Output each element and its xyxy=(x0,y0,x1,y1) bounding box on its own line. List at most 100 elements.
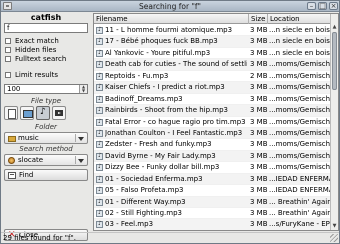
table-row[interactable]: Reptoids - Fu.mp3 2 MB...moms/Gemischt xyxy=(94,71,332,83)
method-icon xyxy=(8,157,15,164)
audio-file-icon xyxy=(96,152,103,160)
file-location: ...n siecle en bois xyxy=(269,48,330,57)
file-location: ...moms/Gemischt xyxy=(269,151,332,160)
table-row[interactable]: 02 - Still Fighting.mp3 3 MB... Breathin'… xyxy=(94,208,332,220)
resize-grip-icon[interactable] xyxy=(330,234,338,242)
folder-icon xyxy=(8,136,16,142)
file-name: Dizzy Bee - Funky dollar bill.mp3 xyxy=(105,163,220,172)
audio-file-icon xyxy=(96,60,103,69)
table-row[interactable]: 05 - Falso Profeta.mp3 3 MB...IEDAD ENFER… xyxy=(94,185,332,197)
file-name: 02 - Still Fighting.mp3 xyxy=(105,209,182,217)
file-location: ...n siecle en bois xyxy=(269,26,330,34)
find-button[interactable]: Find xyxy=(4,169,88,181)
audio-file-icon xyxy=(96,118,103,126)
folder-value: music xyxy=(18,134,39,142)
table-row[interactable]: Rainbirds - Shoot from the hip.mp3 3 MB..… xyxy=(94,105,332,117)
audio-file-icon xyxy=(96,37,103,46)
file-size: 3 MB xyxy=(250,140,268,149)
scroll-down-icon[interactable]: ▼ xyxy=(331,223,338,230)
checkbox-box[interactable] xyxy=(5,46,11,53)
file-location: ...moms/Gemischt xyxy=(269,117,332,126)
find-icon xyxy=(8,172,16,179)
combo-separator xyxy=(75,156,76,164)
image-icon[interactable] xyxy=(20,106,34,120)
spin-arrows-icon[interactable]: ▲ ▼ xyxy=(79,85,87,93)
file-location: ...s/FuryKane - EP xyxy=(269,220,330,229)
file-name: Al Yankovic - Youre pitiful.mp3 xyxy=(105,48,211,57)
audio-file-icon xyxy=(96,26,103,34)
file-location: ... Breathin' Again xyxy=(269,197,332,206)
checkbox-box[interactable] xyxy=(5,71,11,78)
search-input[interactable]: f xyxy=(4,23,88,33)
checkbox-box[interactable] xyxy=(5,37,11,44)
vertical-scrollbar[interactable]: ▲ ▼ xyxy=(330,14,338,230)
fulltext-search-checkbox[interactable]: Fulltext search xyxy=(5,54,66,63)
audio-file-icon xyxy=(96,220,103,229)
file-size: 3 MB xyxy=(250,94,268,103)
table-row[interactable]: 03 - Feel.mp3 3 MB...s/FuryKane - EP xyxy=(94,219,332,230)
hidden-files-checkbox[interactable]: Hidden files xyxy=(5,45,56,54)
folder-combo[interactable]: music xyxy=(4,132,88,144)
column-location[interactable]: Location xyxy=(268,14,332,24)
file-size: 3 MB xyxy=(250,106,268,115)
column-filename[interactable]: Filename xyxy=(94,14,249,24)
checkbox-label: Exact match xyxy=(15,36,59,45)
file-name: Zedster - Fresh and funky.mp3 xyxy=(105,140,212,149)
checkbox-label: Fulltext search xyxy=(15,54,67,63)
document-icon[interactable] xyxy=(4,106,18,120)
maximize-button[interactable]: □ xyxy=(318,2,327,10)
title-bar[interactable]: Searching for "f" – □ × xyxy=(1,1,339,12)
chevron-down-icon[interactable] xyxy=(78,159,84,163)
file-size: 3 MB xyxy=(250,209,268,217)
status-text: 29 files found for "f". xyxy=(3,234,76,242)
folder-label: Folder xyxy=(35,123,57,131)
close-window-button[interactable]: × xyxy=(329,2,338,10)
catfish-window: Searching for "f" – □ × catfish f Exact … xyxy=(0,0,340,244)
table-row[interactable]: 11 - L homme fourmi atomique.mp3 3 MB...n… xyxy=(94,25,332,37)
file-name: Rainbirds - Shoot from the hip.mp3 xyxy=(105,106,228,115)
file-name: Kaiser Chiefs - I predict a riot.mp3 xyxy=(105,83,225,92)
file-size: 3 MB xyxy=(250,117,268,126)
minimize-button[interactable]: – xyxy=(307,2,316,10)
table-row[interactable]: Al Yankovic - Youre pitiful.mp3 3 MB...n … xyxy=(94,48,332,60)
table-row[interactable]: David Byrne - My Fair Lady.mp3 3 MB...mom… xyxy=(94,150,332,163)
exact-match-checkbox[interactable]: Exact match xyxy=(5,36,59,45)
method-value: slocate xyxy=(18,156,44,164)
column-size[interactable]: Size xyxy=(249,14,268,24)
checkbox-box[interactable] xyxy=(5,55,11,62)
file-location: ...n siecle en bois xyxy=(269,37,330,46)
table-row[interactable]: Dizzy Bee - Funky dollar bill.mp3 3 MB...… xyxy=(94,162,332,174)
limit-spinbox[interactable]: 100 ▲ ▼ xyxy=(4,84,88,94)
find-label: Find xyxy=(19,171,34,179)
file-name: David Byrne - My Fair Lady.mp3 xyxy=(105,151,216,160)
file-size: 3 MB xyxy=(250,163,268,172)
file-name: 01 - Different Way.mp3 xyxy=(105,197,186,206)
scroll-thumb[interactable] xyxy=(332,32,337,90)
file-size: 2 MB xyxy=(250,71,268,80)
results-list[interactable]: Filename Size Location 11 - L homme four… xyxy=(93,13,339,231)
combo-separator xyxy=(75,134,76,142)
limit-results-checkbox[interactable]: Limit results xyxy=(5,70,58,79)
table-row[interactable]: Jonathan Coulton - I Feel Fantastic.mp3 3… xyxy=(94,127,332,140)
table-row[interactable]: 01 - Different Way.mp3 3 MB... Breathin' … xyxy=(94,196,332,208)
window-title: Searching for "f" xyxy=(139,2,201,11)
search-method-combo[interactable]: slocate xyxy=(4,154,88,166)
scroll-up-icon[interactable]: ▲ xyxy=(331,24,338,31)
file-location: ...moms/Gemischt xyxy=(269,140,332,149)
music-icon[interactable] xyxy=(36,106,50,120)
table-row[interactable]: 17 - Bébé phoques fuck BB.mp3 3 MB...n si… xyxy=(94,36,332,48)
chevron-down-icon[interactable] xyxy=(78,137,84,141)
table-row[interactable]: Fatal Error - co hague ragio pro tim.mp3… xyxy=(94,117,332,128)
table-row[interactable]: Zedster - Fresh and funky.mp3 3 MB...moms… xyxy=(94,139,332,151)
search-panel: catfish f Exact match Hidden files Fullt… xyxy=(3,13,89,241)
app-name: catfish xyxy=(30,13,62,22)
table-row[interactable]: Kaiser Chiefs - I predict a riot.mp3 3 MB… xyxy=(94,82,332,94)
audio-file-icon xyxy=(96,175,103,183)
table-row[interactable]: Badinoff_Dreams.mp3 3 MB...moms/Gemischt xyxy=(94,94,332,106)
file-name: Fatal Error - co hague ragio pro tim.mp3 xyxy=(105,117,246,126)
checkbox-label: Limit results xyxy=(15,70,59,79)
table-row[interactable]: 01 - Sociedad Enferma.mp3 3 MB...IEDAD EN… xyxy=(94,173,332,186)
video-icon[interactable] xyxy=(52,106,66,120)
file-name: Badinoff_Dreams.mp3 xyxy=(105,94,183,103)
table-row[interactable]: Death cab for cuties - The sound of sett… xyxy=(94,59,332,71)
